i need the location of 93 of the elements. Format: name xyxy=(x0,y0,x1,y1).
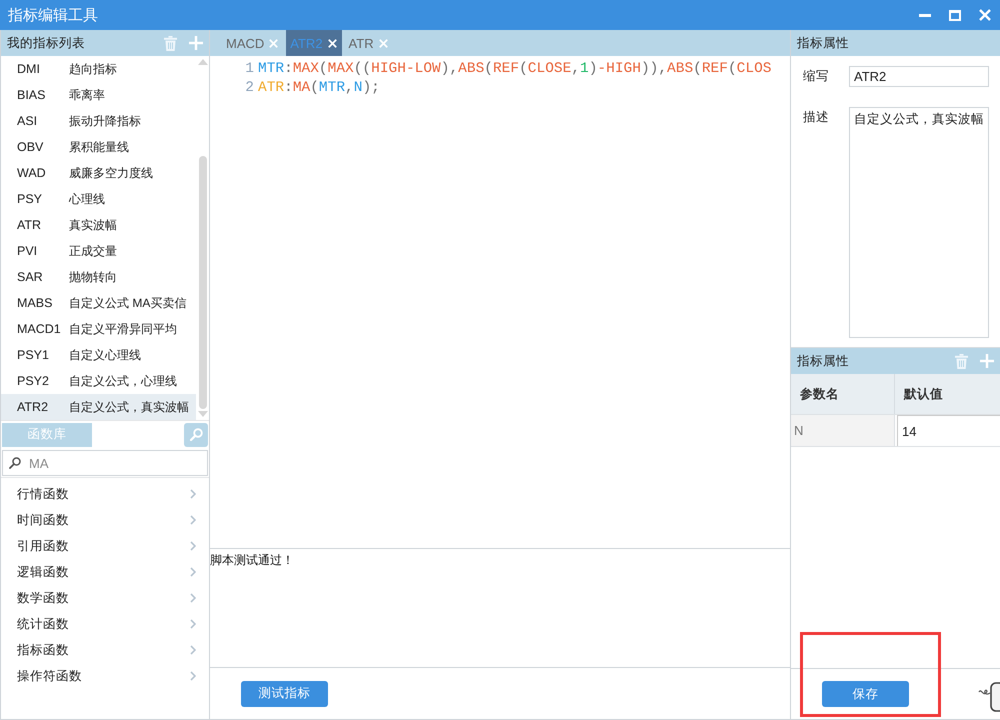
indicator-code: ATR2 xyxy=(17,400,50,414)
editor-tab[interactable]: ATR xyxy=(344,30,393,56)
indicator-code: WAD xyxy=(17,166,47,180)
abbreviation-field[interactable]: ATR2 xyxy=(849,66,989,87)
chevron-right-icon xyxy=(190,671,196,681)
indicator-code: PVI xyxy=(17,244,38,258)
indicator-name: 抛物转向 xyxy=(69,268,117,286)
code-line: MTR:MAX(MAX((HIGH-LOW),ABS(REF(CLOSE,1)-HIGH)),ABS(REF(CLOS xyxy=(258,60,772,76)
chevron-right-icon xyxy=(190,645,196,655)
indicator-name: 乖离率 xyxy=(69,86,105,104)
maximize-icon[interactable] xyxy=(949,10,961,20)
function-category[interactable]: 指标函数 xyxy=(1,637,209,663)
indicator-name: 真实波幅 xyxy=(69,216,117,234)
indicator-name: 累积能量线 xyxy=(69,138,129,156)
default-value-field[interactable]: 14 xyxy=(897,415,1000,446)
search-field[interactable]: MA xyxy=(2,450,208,476)
plus-icon[interactable] xyxy=(189,36,203,50)
indicator-code: OBV xyxy=(17,140,44,154)
function-category[interactable]: 统计函数 xyxy=(1,611,209,637)
indicator-row[interactable]: ATR 真实波幅 xyxy=(1,212,196,238)
indicator-row[interactable]: BIAS 乖离率 xyxy=(1,82,196,108)
field-label: 缩写 xyxy=(803,68,830,85)
chevron-right-icon xyxy=(190,567,196,577)
scroll-up-icon[interactable] xyxy=(198,59,208,65)
indicator-code: PSY1 xyxy=(17,348,50,362)
chevron-right-icon xyxy=(190,619,196,629)
indicator-row[interactable]: DMI 趋向指标 xyxy=(1,56,196,82)
line-number: 1 xyxy=(244,60,254,76)
indicator-name: 自定义公式，心理线 xyxy=(69,372,177,390)
search-button[interactable] xyxy=(184,422,208,446)
indicator-row[interactable]: PSY1 自定义心理线 xyxy=(1,342,196,368)
indicator-name: 自定义平滑异同平均 xyxy=(69,320,177,338)
indicator-code: ASI xyxy=(17,114,38,128)
minimize-icon[interactable] xyxy=(919,14,931,16)
function-category[interactable]: 时间函数 xyxy=(1,507,209,533)
window-title: 指标编辑工具 xyxy=(8,6,99,24)
indicator-code: PSY2 xyxy=(17,374,50,388)
indicator-row[interactable]: ASI 振动升降指标 xyxy=(1,108,196,134)
indicator-code: MACD1 xyxy=(17,322,62,336)
code-editor[interactable]: 1 MTR:MAX(MAX((HIGH-LOW),ABS(REF(CLOSE,1)-HIGH)),ABS(REF(CLOS 2 ATR:MA(MTR,N); xyxy=(210,56,790,549)
search-icon xyxy=(9,457,21,469)
trash-icon[interactable] xyxy=(164,36,177,50)
description-field[interactable]: 自定义公式，真实波幅 xyxy=(849,107,989,338)
close-icon[interactable] xyxy=(328,38,337,48)
column-header: 参数名 xyxy=(791,374,895,414)
indicator-code: PSY xyxy=(17,192,44,206)
indicator-row[interactable]: WAD 威廉多空力度线 xyxy=(1,160,196,186)
editor-tab[interactable]: MACD xyxy=(222,30,284,56)
close-icon[interactable] xyxy=(979,9,991,21)
chevron-right-icon xyxy=(190,541,196,551)
panel-title: 我的指标列表 xyxy=(7,34,86,52)
indicator-row[interactable]: MABS 自定义公式 MA买卖信 xyxy=(1,290,196,316)
column-header: 默认值 xyxy=(902,386,944,402)
line-number: 2 xyxy=(244,80,254,96)
indicator-row[interactable]: MACD1 自定义平滑异同平均 xyxy=(1,316,196,342)
function-category[interactable]: 操作符函数 xyxy=(1,663,209,689)
function-category[interactable]: 引用函数 xyxy=(1,533,209,559)
scrollbar-thumb[interactable] xyxy=(199,156,207,409)
chevron-right-icon xyxy=(190,489,196,499)
chevron-right-icon xyxy=(190,515,196,525)
indicator-row[interactable]: PVI 正成交量 xyxy=(1,238,196,264)
indicator-code: SAR xyxy=(17,270,44,284)
indicator-name: 正成交量 xyxy=(69,242,117,260)
chevron-right-icon xyxy=(190,593,196,603)
indicator-name: 自定义公式，真实波幅 xyxy=(69,398,189,416)
indicator-name: 自定义心理线 xyxy=(69,346,141,364)
panel-title: 指标属性 xyxy=(797,34,850,52)
indicator-name: 振动升降指标 xyxy=(69,112,141,130)
output-message: 脚本测试通过！ xyxy=(210,553,294,567)
plus-icon[interactable] xyxy=(980,354,994,368)
panel-title: 指标属性 xyxy=(797,352,850,370)
indicator-code: MABS xyxy=(17,296,54,310)
indicator-code: DMI xyxy=(17,62,41,76)
search-icon xyxy=(190,428,202,441)
function-category[interactable]: 行情函数 xyxy=(1,481,209,507)
function-category[interactable]: 数学函数 xyxy=(1,585,209,611)
indicator-name: 自定义公式 MA买卖信 xyxy=(69,294,186,312)
scroll-down-icon[interactable] xyxy=(198,411,208,417)
table-cell: N xyxy=(791,415,895,446)
trash-icon[interactable] xyxy=(955,354,968,368)
indicator-code: BIAS xyxy=(17,88,46,102)
indicator-row[interactable]: PSY 心理线 xyxy=(1,186,196,212)
function-category[interactable]: 逻辑函数 xyxy=(1,559,209,585)
indicator-name: 心理线 xyxy=(69,190,105,208)
code-line: ATR:MA(MTR,N); xyxy=(258,80,380,96)
indicator-name: 威廉多空力度线 xyxy=(69,164,153,182)
indicator-name: 趋向指标 xyxy=(69,60,117,78)
field-label: 描述 xyxy=(803,109,830,126)
indicator-row[interactable]: SAR 抛物转向 xyxy=(1,264,196,290)
indicator-row[interactable]: ATR2 自定义公式，真实波幅 xyxy=(1,394,196,420)
indicator-code: ATR xyxy=(17,218,42,232)
indicator-row[interactable]: OBV 累积能量线 xyxy=(1,134,196,160)
indicator-row[interactable]: PSY2 自定义公式，心理线 xyxy=(1,368,196,394)
